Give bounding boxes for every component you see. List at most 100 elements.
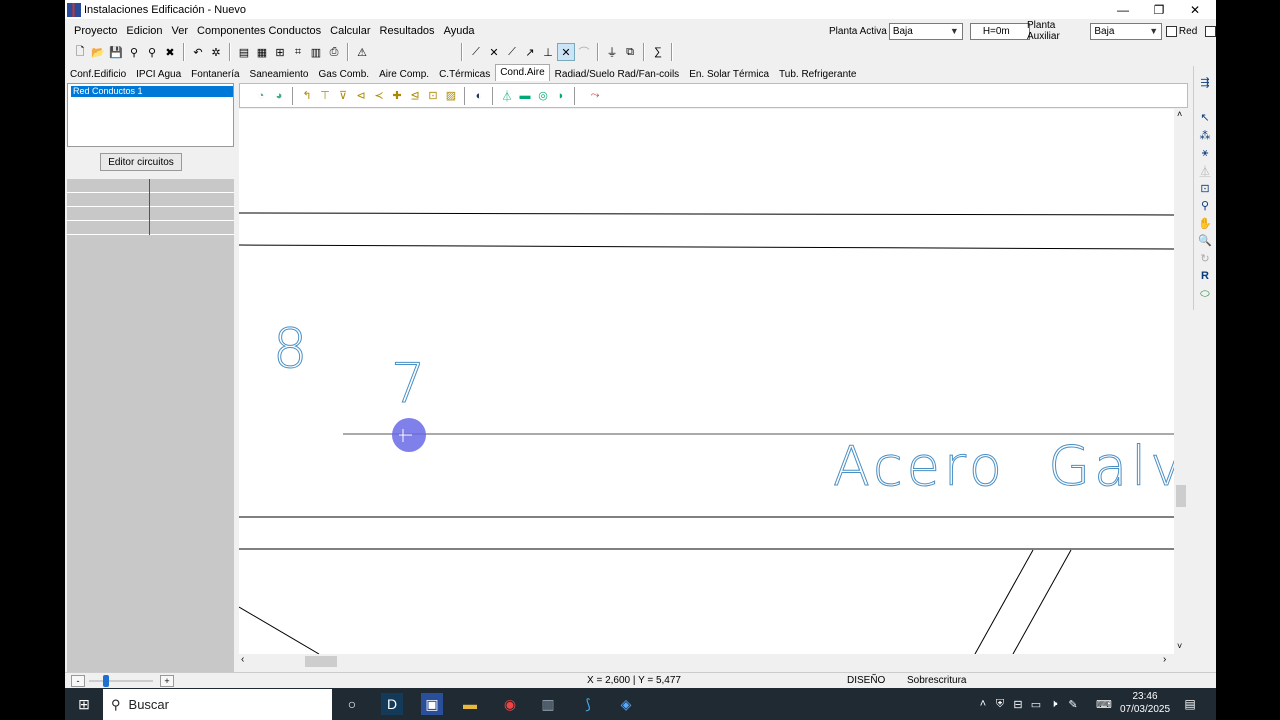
arrow-line-icon[interactable]: ↗ [521,43,539,61]
elbow-icon[interactable]: ↰ [298,87,316,105]
task-view-icon[interactable]: ○ [341,693,363,715]
zoom-slider-track[interactable] [89,680,153,682]
node-edit-icon[interactable]: ⁂ [1196,127,1214,143]
tab-ipci-agua[interactable]: IPCI Agua [131,66,186,81]
snap-icon[interactable]: ⚹ [1196,145,1214,161]
ground-icon[interactable]: ⏚ [603,43,621,61]
line-tool-icon[interactable]: ⟋ [467,43,485,61]
zoom-extents-icon[interactable]: ⚲ [1196,197,1214,213]
close-button[interactable]: ✕ [1177,0,1213,19]
red-checkbox[interactable] [1166,25,1177,37]
scroll-thumb[interactable] [1176,485,1186,507]
vertical-scrollbar[interactable]: ˄ ˅ [1174,109,1188,654]
file-explorer-icon[interactable]: ▬ [459,693,481,715]
eraser-icon[interactable]: ⬭ [1196,286,1214,302]
tab-c-termicas[interactable]: C.Térmicas [434,66,495,81]
diffuser-icon[interactable]: ⏃ [498,87,516,105]
delete-line-icon[interactable]: ✕ [557,43,575,61]
menu-ver[interactable]: Ver [172,25,189,37]
chevron-up-icon[interactable]: ˄ [1177,109,1182,119]
tab-conf-edificio[interactable]: Conf.Edificio [65,66,131,81]
zoom-window-icon[interactable]: ⊡ [1196,180,1214,196]
tab-radiad-suelo[interactable]: Radiad/Suelo Rad/Fan-coils [550,66,685,81]
save-icon[interactable]: 💾 [107,43,125,61]
find-replace-icon[interactable]: ⚲ [143,43,161,61]
menu-resultados[interactable]: Resultados [380,25,435,37]
table-row[interactable] [67,221,234,235]
menu-componentes-conductos[interactable]: Componentes Conductos [197,25,321,37]
y-branch-icon[interactable]: ≺ [370,87,388,105]
dxf-icon[interactable]: ⌗ [289,43,307,61]
pen-icon[interactable]: ✎ [1062,693,1084,715]
import-icon[interactable]: ⊞ [271,43,289,61]
taskbar-clock[interactable]: 23:46 07/03/2025 [1115,690,1175,716]
rect-grille-icon[interactable]: ▬ [516,87,534,105]
table-row[interactable] [67,193,234,207]
stack-icon[interactable]: ▦ [253,43,271,61]
duct-network-icon[interactable]: ◔ [252,87,270,105]
regen-icon[interactable]: R [1196,268,1214,284]
zoom-in-button[interactable]: + [160,675,174,687]
disabled-tool-icon[interactable]: ⌒ [575,43,593,61]
diagonal-tool-icon[interactable]: ⟋ [503,43,521,61]
export-icon[interactable]: ⇶ [1196,74,1214,90]
warning-icon[interactable]: ⚠ [353,43,371,61]
installer-app-icon[interactable]: ◈ [615,693,637,715]
tab-fontaneria[interactable]: Fontanería [186,66,244,81]
chevron-right-icon[interactable]: › [1163,654,1166,665]
tab-gas-comb[interactable]: Gas Comb. [313,66,374,81]
undo-icon[interactable]: ↶ [189,43,207,61]
branch-icon[interactable]: ⊲ [352,87,370,105]
app-icon-blue[interactable]: ▣ [421,693,443,715]
route-icon[interactable]: ⤳ [586,87,604,105]
round-diffuser-icon[interactable]: ◎ [534,87,552,105]
find-icon[interactable]: ⚲ [125,43,143,61]
redraw-icon[interactable]: ↻ [1196,250,1214,266]
grille-icon[interactable]: ▨ [442,87,460,105]
disney-plus-icon[interactable]: D [381,693,403,715]
tab-aire-comp[interactable]: Aire Comp. [374,66,434,81]
chevron-left-icon[interactable]: ‹ [241,654,244,665]
cross-icon[interactable]: ✚ [388,87,406,105]
horizontal-scrollbar[interactable]: ‹ › [239,654,1174,669]
tab-cond-aire[interactable]: Cond.Aire [495,64,550,81]
table-icon[interactable]: ▥ [307,43,325,61]
zoom-icon[interactable]: 🔍 [1196,232,1214,248]
layers-icon[interactable]: ▤ [235,43,253,61]
windows-start-icon[interactable]: ⊞ [73,693,95,715]
fan-icon[interactable]: ◐ [470,87,488,105]
menu-ayuda[interactable]: Ayuda [444,25,475,37]
editor-circuitos-button[interactable]: Editor circuitos [100,153,182,171]
tree-item-red-conductos[interactable]: Red Conductos 1 [71,86,233,97]
outlet-icon[interactable]: ◗ [552,87,570,105]
network-app-icon[interactable]: ⟆ [577,693,599,715]
reducer-icon[interactable]: ⊽ [334,87,352,105]
minimize-button[interactable]: — [1105,0,1141,19]
tab-tub-refrigerante[interactable]: Tub. Refrigerante [774,66,861,81]
planta-auxiliar-select[interactable]: Baja ▼ [1090,22,1163,40]
table-row[interactable] [67,207,234,221]
aux-checkbox[interactable] [1205,25,1216,37]
pan-hand-icon[interactable]: ✋ [1196,215,1214,231]
building-app-icon[interactable]: ▥ [537,693,559,715]
height-field[interactable]: H=0m [969,22,1030,40]
planta-activa-select[interactable]: Baja ▼ [888,22,963,40]
menu-edicion[interactable]: Edicion [126,25,162,37]
tab-saneamiento[interactable]: Saneamiento [245,66,314,81]
menu-calcular[interactable]: Calcular [330,25,370,37]
taskbar-search[interactable]: ⚲ Buscar [103,689,332,720]
print-icon[interactable]: ⎙ [325,43,343,61]
damper-icon[interactable]: ⊡ [424,87,442,105]
frame-icon[interactable]: ⧉ [621,43,639,61]
notifications-icon[interactable]: ▤ [1179,693,1201,715]
cross-line-icon[interactable]: ✕ [485,43,503,61]
chevron-down-icon[interactable]: ˅ [1177,641,1182,651]
reduce-left-icon[interactable]: ⊴ [406,87,424,105]
table-row[interactable] [67,179,234,193]
zoom-slider-thumb[interactable] [103,675,109,687]
tee-icon[interactable]: ⊤ [316,87,334,105]
mirror-icon[interactable]: ⏅ [1196,163,1214,179]
tab-en-solar-termica[interactable]: En. Solar Térmica [684,66,774,81]
duct-network-edit-icon[interactable]: ◕ [270,87,288,105]
chrome-icon[interactable]: ◉ [499,693,521,715]
